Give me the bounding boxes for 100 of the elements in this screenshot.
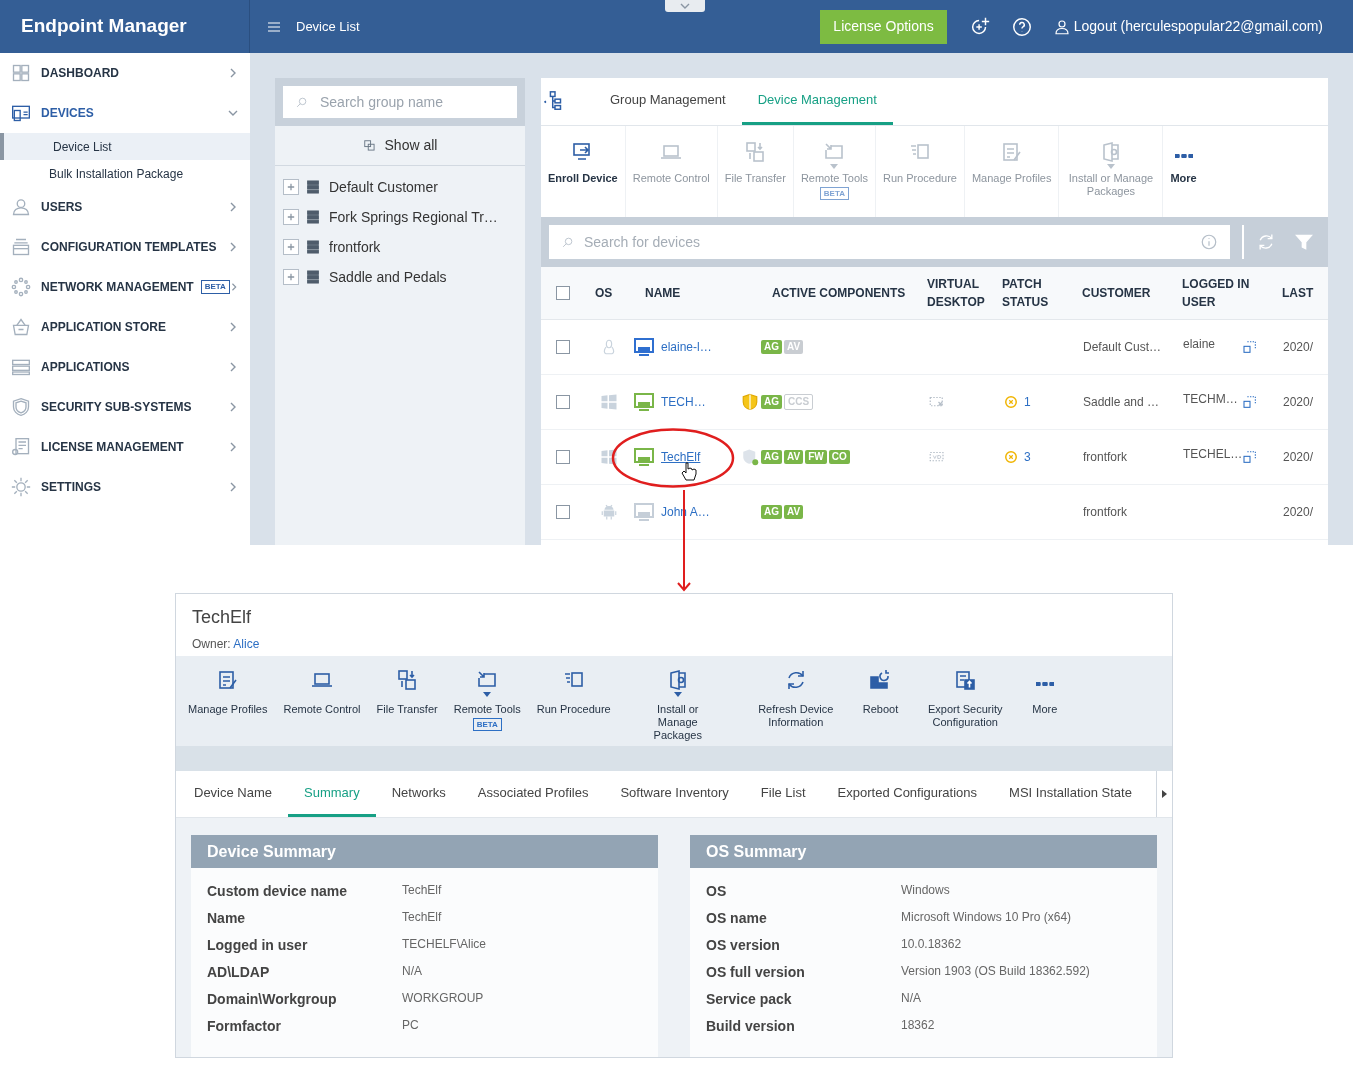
sidebar-item[interactable]: APPLICATION STORE [0,307,250,347]
device-name-link[interactable]: elaine-l… [661,338,712,356]
toolbar-button[interactable]: Refresh Device Information [736,656,855,729]
toolbar-button[interactable]: More [1163,126,1204,217]
expand-window-icon [1242,394,1258,410]
toolbar-button[interactable]: Install or Manage Packages [618,656,737,742]
sidebar-item[interactable]: NETWORK MANAGEMENT BETA [0,267,250,307]
owner-link[interactable]: Alice [233,637,260,651]
row-checkbox[interactable] [556,395,570,409]
patch-count[interactable]: 3 [1024,448,1031,466]
toolbar-button[interactable]: Remote Control [275,656,369,716]
show-all-button[interactable]: Show all [275,126,525,166]
component-badge: AV [784,450,804,464]
beta-badge: BETA [200,280,230,294]
tab[interactable]: Device Name [178,771,289,817]
network-dots-icon [11,277,31,297]
collapse-tab[interactable] [665,0,705,12]
device-title: TechElf [192,606,253,629]
field-value: Version 1903 (OS Build 18362.592) [901,962,1090,980]
sidebar-item[interactable]: APPLICATIONS [0,347,250,387]
remote-access-button[interactable] [1242,339,1258,355]
logged-in-user: TECHM… [1183,391,1238,408]
column-header[interactable]: OS [595,284,633,302]
column-header[interactable]: LAST [1282,284,1328,302]
filter-button[interactable] [1294,232,1314,252]
server-stack-icon [305,209,321,225]
tab[interactable]: File List [744,771,822,817]
toolbar-button[interactable]: Export Security Configuration [906,656,1025,729]
sidebar-item[interactable]: LICENSE MANAGEMENT [0,427,250,467]
column-header[interactable]: LOGGED IN USER [1182,275,1252,311]
row-checkbox[interactable] [556,450,570,464]
sidebar-item[interactable]: USERS [0,187,250,227]
basket-icon [11,317,31,337]
search-bar[interactable]: Search group name [283,86,517,118]
field-label: Build version [706,1017,796,1036]
search-icon [561,235,574,249]
tab[interactable]: Group Management [594,77,742,125]
sidebar-item[interactable]: DASHBOARD [0,53,250,93]
customer-name: Saddle and … [1083,395,1160,409]
group-name[interactable]: Default Customer [329,176,438,198]
toolbar-button[interactable]: File Transfer [368,656,446,716]
shield-check-icon [741,448,759,466]
column-header[interactable]: VIRTUAL DESKTOP [927,275,997,311]
help-button[interactable] [1010,15,1033,38]
server-stack-icon [305,269,321,285]
tab[interactable]: Software Inventory [604,771,745,817]
component-badge: FW [805,450,827,464]
sidebar-item[interactable]: SETTINGS [0,467,250,507]
toolbar-button[interactable]: Remote Tools BETA [445,656,529,731]
patch-warning-icon [1004,395,1018,409]
toolbar-button[interactable]: Run Procedure [528,656,619,716]
logout-button[interactable]: Logout (herculespopular22@gmail.com) [1052,16,1323,37]
beta-badge: BETA [472,718,502,731]
server-stack-icon [305,179,321,195]
expand-button[interactable] [283,209,299,225]
group-name[interactable]: Fork Springs Regional Tr… [329,206,498,228]
field-value: N/A [901,989,921,1007]
device-name-link[interactable]: TechElf [661,448,701,466]
shield-icon [11,397,31,417]
tab[interactable]: Networks [375,771,462,817]
remote-access-button[interactable] [1242,394,1258,410]
select-all-checkbox[interactable] [556,286,570,300]
app-title: Endpoint Manager [21,14,187,39]
remote-access-button[interactable] [1242,449,1259,465]
device-name-link[interactable]: TECH… [661,393,706,411]
sidebar-item[interactable]: DEVICES [0,93,250,133]
plus-icon [287,183,295,191]
toolbar-button[interactable]: Manage Profiles [180,656,276,716]
search-bar[interactable]: Search for devices [549,225,1230,259]
column-header[interactable]: PATCH STATUS [1002,275,1072,311]
expand-button[interactable] [283,269,299,285]
hand-cursor-icon [681,462,697,482]
expand-button[interactable] [283,239,299,255]
group-name[interactable]: frontfork [329,236,381,258]
tab[interactable]: Exported Configurations [821,771,994,817]
component-badge: AG [761,505,782,519]
group-name[interactable]: Saddle and Pedals [329,266,447,288]
toolbar-button[interactable]: More [1024,656,1066,716]
sidebar-subitem[interactable]: Bulk Installation Package [0,160,250,187]
customer-name: frontfork [1083,505,1127,519]
column-header[interactable]: ACTIVE COMPONENTS [772,284,917,302]
expand-button[interactable] [283,179,299,195]
more-dots-icon [1174,154,1193,158]
toolbar-button[interactable]: Reboot [854,656,907,716]
sidebar-item[interactable]: CONFIGURATION TEMPLATES [0,227,250,267]
dropdown-caret-icon [830,164,839,169]
component-badge: CO [828,450,850,464]
field-label: AD\LDAP [207,963,271,982]
patch-count[interactable]: 1 [1024,393,1031,411]
filter-icon [1294,232,1314,252]
row-checkbox[interactable] [556,505,570,519]
column-header[interactable]: CUSTOMER [1082,284,1172,302]
sidebar-subitem[interactable]: Device List [0,133,250,160]
row-checkbox[interactable] [556,340,570,354]
tab[interactable]: MSI Installation State [993,771,1148,817]
tab[interactable]: Associated Profiles [461,771,605,817]
sidebar-item[interactable]: SECURITY SUB-SYSTEMS [0,387,250,427]
column-header[interactable]: NAME [645,284,737,302]
section-header: OS Summary [690,835,1157,868]
gear-icon [11,477,31,497]
